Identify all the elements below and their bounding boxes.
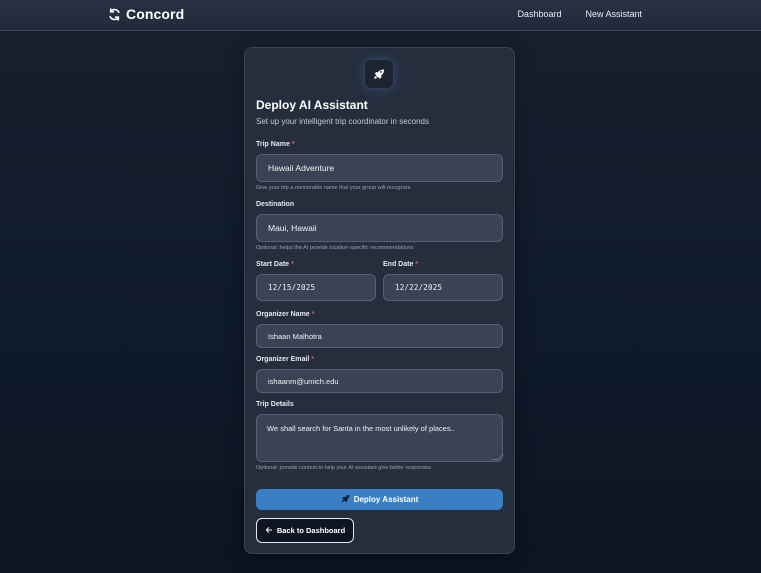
required-marker: * — [311, 311, 315, 318]
destination-input[interactable] — [256, 214, 503, 242]
page-subtitle: Set up your intelligent trip coordinator… — [256, 117, 429, 126]
back-to-dashboard-label: Back to Dashboard — [276, 526, 346, 535]
organizer-email-input[interactable] — [256, 369, 503, 393]
required-marker: * — [291, 141, 295, 148]
deploy-assistant-label: Deploy Assistant — [353, 495, 419, 504]
organizer-name-label: Organizer Name * — [256, 311, 315, 318]
end-date-label: End Date * — [383, 261, 419, 268]
trip-name-label: Trip Name * — [256, 141, 295, 148]
nav-link-new-assistant[interactable]: New Assistant — [585, 9, 642, 19]
rocket-icon — [364, 59, 394, 89]
nav-links: Dashboard New Assistant — [517, 9, 642, 19]
brand-name: Concord — [126, 6, 185, 22]
end-date-input[interactable] — [383, 274, 503, 301]
start-date-label: Start Date * — [256, 261, 294, 268]
destination-label: Destination — [256, 201, 295, 208]
organizer-name-input[interactable] — [256, 324, 503, 348]
required-marker: * — [311, 356, 315, 363]
top-navbar: Concord Dashboard New Assistant — [0, 0, 761, 31]
destination-help: Optional: helps the AI provide location-… — [256, 245, 414, 251]
trip-details-textarea[interactable]: We shall search for Santa in the most un… — [256, 414, 503, 462]
sync-arrows-icon — [108, 7, 121, 21]
trip-details-help: Optional: provide context to help your A… — [256, 465, 431, 471]
rocket-icon — [341, 494, 350, 505]
brand-logo[interactable]: Concord — [108, 6, 184, 22]
trip-details-label: Trip Details — [256, 401, 294, 408]
trip-name-input[interactable] — [256, 154, 503, 182]
organizer-email-label: Organizer Email * — [256, 356, 315, 363]
required-marker: * — [291, 261, 294, 268]
required-marker: * — [415, 261, 419, 268]
page-title: Deploy AI Assistant — [256, 98, 368, 112]
start-date-input[interactable] — [256, 274, 376, 301]
trip-name-help: Give your trip a memorable name that you… — [256, 185, 411, 191]
arrow-left-icon — [265, 526, 273, 536]
back-to-dashboard-button[interactable]: Back to Dashboard — [256, 518, 354, 543]
deploy-form-card: Deploy AI Assistant Set up your intellig… — [244, 47, 515, 554]
deploy-assistant-button[interactable]: Deploy Assistant — [256, 489, 503, 510]
nav-link-dashboard[interactable]: Dashboard — [517, 9, 561, 19]
